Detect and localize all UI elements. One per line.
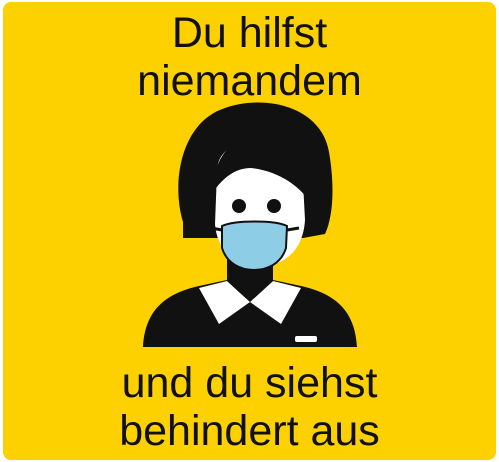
bottom-caption-line-1: und du siehst <box>121 359 378 407</box>
left-eye-shape <box>232 199 246 213</box>
top-caption: Du hilfst niemandem <box>3 9 496 105</box>
mask-strap-left <box>210 226 223 232</box>
mask-shape <box>221 220 289 272</box>
meme-sign: Du hilfst niemandem und du siehst behind… <box>3 2 496 460</box>
badge-shape <box>295 336 317 342</box>
top-caption-line-2: niemandem <box>137 57 362 105</box>
top-caption-line-1: Du hilfst <box>171 9 328 57</box>
mask-strap-right <box>286 226 300 232</box>
bottom-caption: und du siehst behindert aus <box>3 359 496 455</box>
right-eye-shape <box>267 199 281 213</box>
bottom-caption-line-2: behindert aus <box>119 407 380 455</box>
